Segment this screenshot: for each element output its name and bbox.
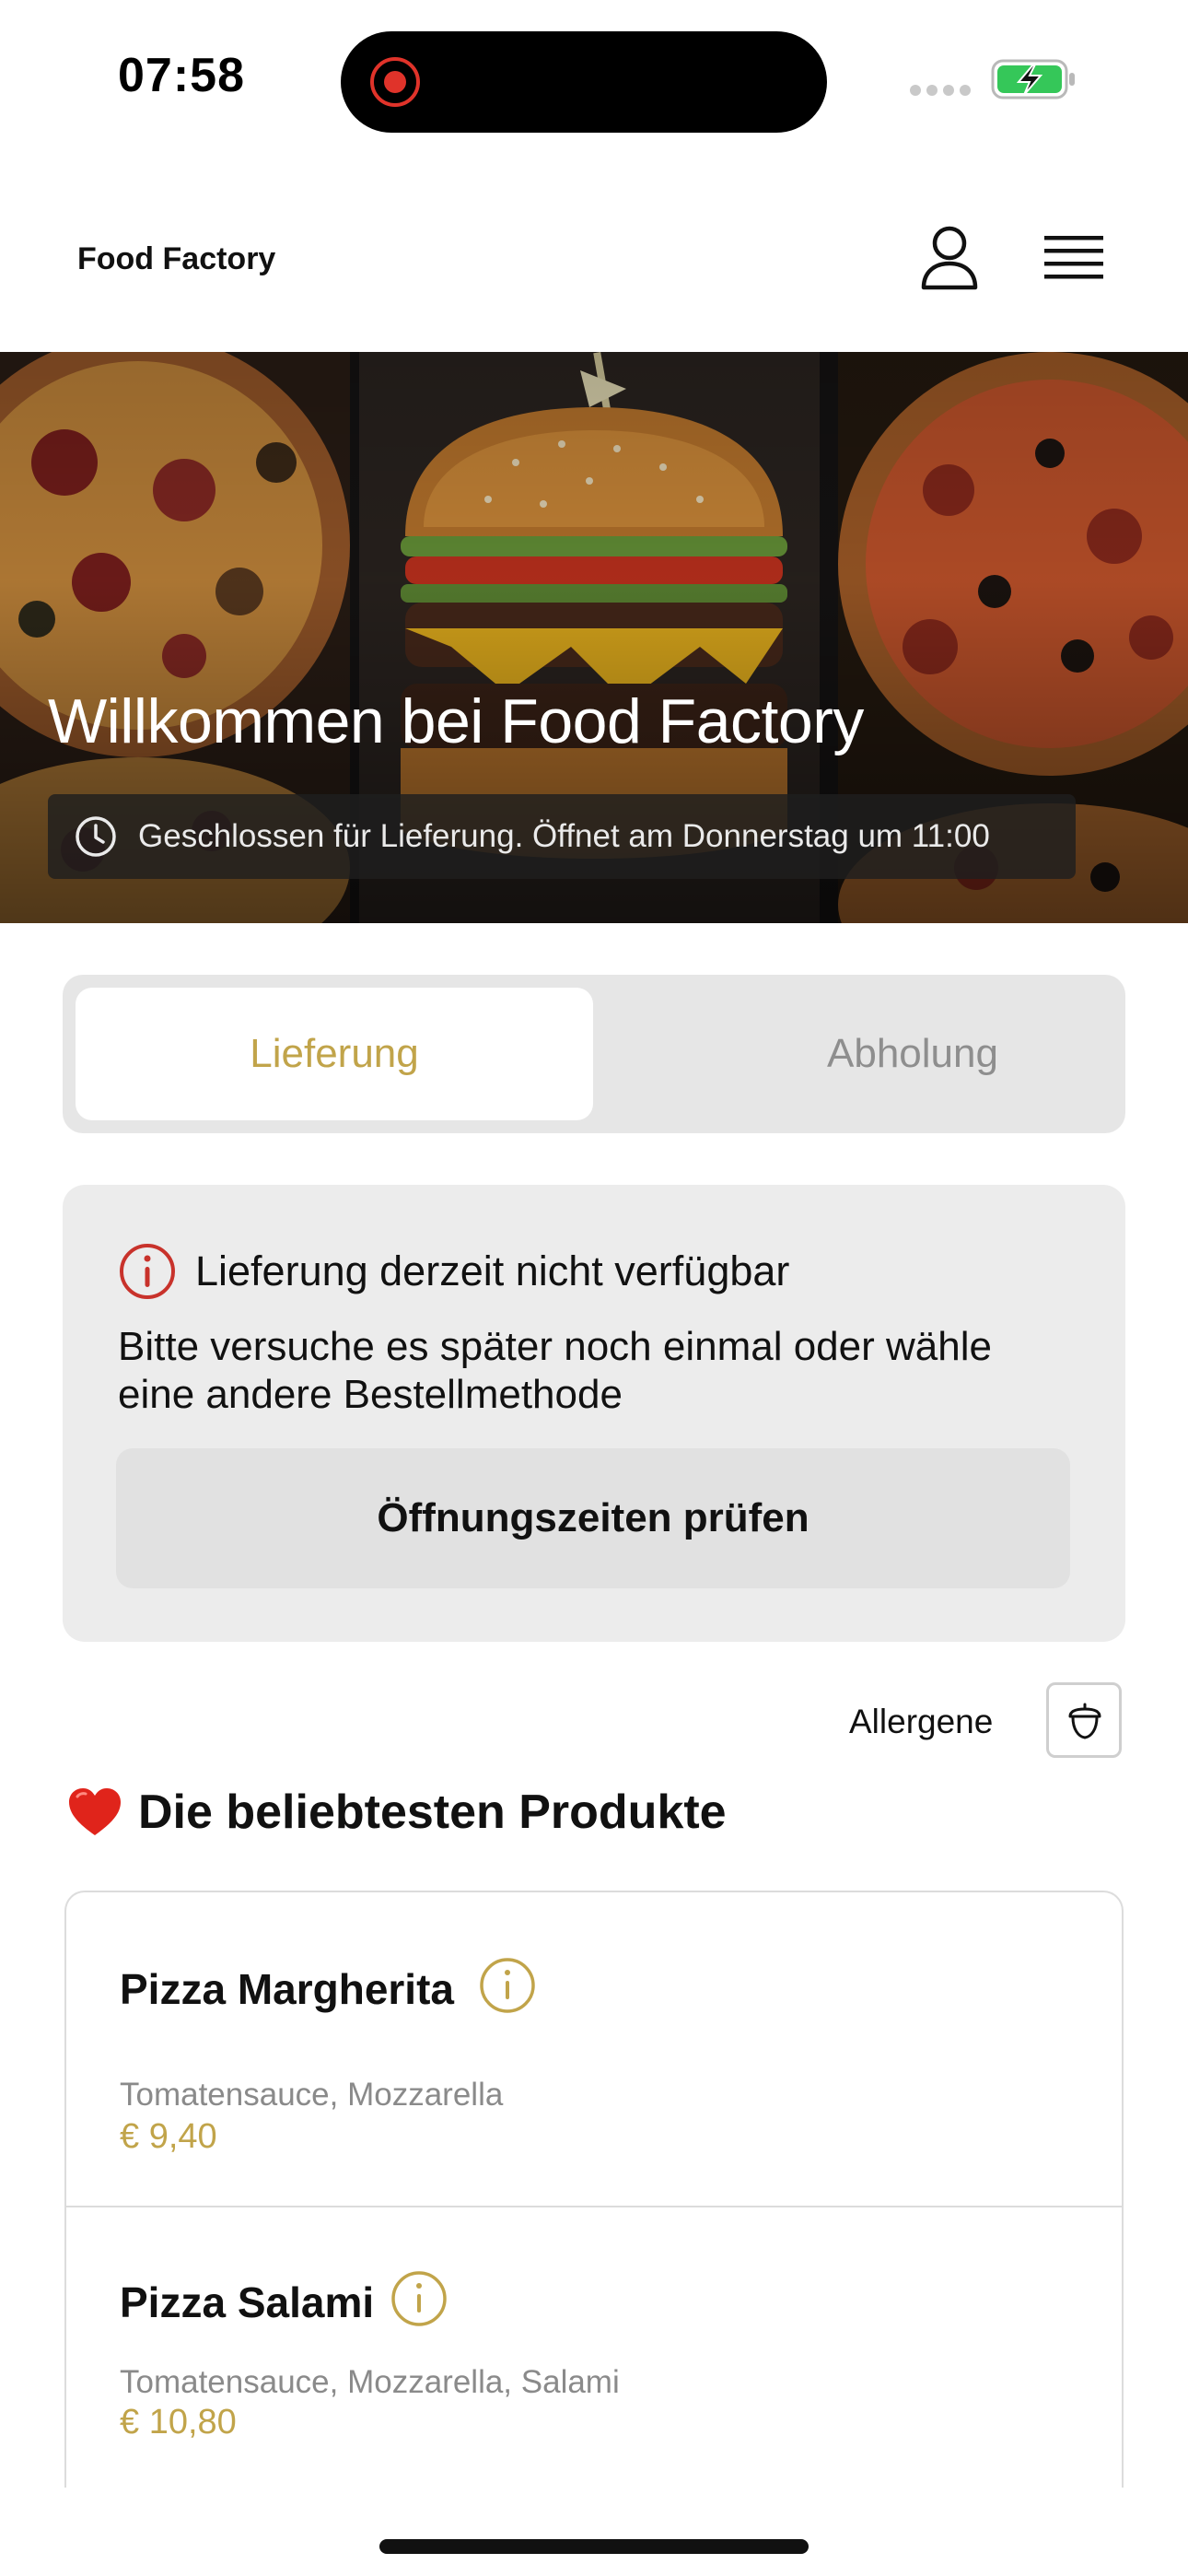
- info-icon[interactable]: [479, 1957, 536, 2014]
- product-description: Tomatensauce, Mozzarella, Salami: [120, 2364, 620, 2400]
- tab-pickup[interactable]: Abholung: [654, 988, 1171, 1120]
- hero-title: Willkommen bei Food Factory: [48, 686, 864, 756]
- check-opening-hours-button[interactable]: Öffnungszeiten prüfen: [116, 1448, 1070, 1588]
- allergens-label: Allergene: [849, 1703, 994, 1740]
- product-name: Pizza Margherita: [120, 1965, 454, 2013]
- delivery-unavailable-alert: Lieferung derzeit nicht verfügbar Bitte …: [63, 1185, 1125, 1642]
- order-mode-toggle: Lieferung Abholung: [63, 975, 1125, 1133]
- status-bar: 07:58: [0, 0, 1188, 157]
- section-title-popular: Die beliebtesten Produkte: [66, 1782, 727, 1843]
- info-circle-icon: [120, 1244, 175, 1299]
- home-indicator[interactable]: [379, 2539, 809, 2554]
- user-icon[interactable]: [917, 225, 982, 291]
- battery-charging-icon: [991, 59, 1075, 100]
- allergens-filter-button[interactable]: [1046, 1682, 1122, 1758]
- status-time: 07:58: [118, 49, 245, 102]
- product-list: Pizza Margherita Tomatensauce, Mozzarell…: [64, 1891, 1124, 2488]
- alert-title: Lieferung derzeit nicht verfügbar: [195, 1247, 790, 1294]
- product-name: Pizza Salami: [120, 2278, 375, 2326]
- brand-name[interactable]: Food Factory: [77, 241, 275, 277]
- product-card[interactable]: Pizza Salami Tomatensauce, Mozzarella, S…: [66, 2209, 1122, 2488]
- menu-icon[interactable]: [1044, 232, 1103, 284]
- opening-notice: Geschlossen für Lieferung. Öffnet am Don…: [48, 794, 1076, 879]
- dynamic-island: [341, 31, 827, 133]
- section-title-text: Die beliebtesten Produkte: [138, 1786, 727, 1839]
- tab-delivery[interactable]: Lieferung: [76, 988, 593, 1120]
- clock-icon: [76, 816, 116, 857]
- app-header: Food Factory: [0, 184, 1188, 352]
- product-price: € 9,40: [120, 2117, 217, 2156]
- signal-icon: [910, 85, 971, 98]
- hero-banner: Willkommen bei Food Factory Geschlossen …: [0, 352, 1188, 923]
- product-description: Tomatensauce, Mozzarella: [120, 2077, 504, 2113]
- product-price: € 10,80: [120, 2403, 237, 2441]
- record-icon: [370, 57, 420, 107]
- opening-notice-text: Geschlossen für Lieferung. Öffnet am Don…: [138, 818, 990, 854]
- info-icon[interactable]: [390, 2270, 448, 2327]
- heart-icon: [69, 1788, 121, 1835]
- acorn-icon: [1068, 1703, 1101, 1739]
- alert-body: Bitte versuche es später noch einmal ode…: [118, 1324, 992, 1417]
- product-card[interactable]: Pizza Margherita Tomatensauce, Mozzarell…: [66, 1892, 1122, 2207]
